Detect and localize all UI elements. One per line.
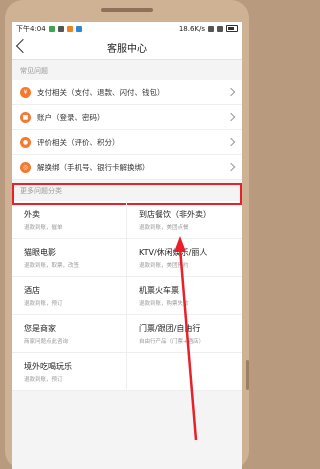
faq-item-account[interactable]: ■ 账户（登录、密码） [12, 105, 242, 130]
notification-icon [57, 25, 64, 32]
account-icon: ■ [20, 111, 31, 123]
signal-icon [217, 25, 223, 32]
category-title: KTV/休闲娱乐/丽人 [139, 248, 208, 257]
category-title: 机票火车票 [139, 286, 179, 295]
phone-bezel [5, 0, 249, 22]
category-subtitle: 退款到账，预订 [24, 377, 63, 383]
unbind-icon: ◎ [20, 161, 31, 173]
category-subtitle: 退款到账，购票失败 [139, 301, 189, 307]
category-title: 门票/跟团/自由行 [139, 324, 201, 333]
faq-item-label: 评价相关（评价、积分） [37, 137, 120, 147]
category-merchant[interactable]: 您是商家 商家问题点此咨询 [12, 315, 127, 353]
battery-icon [226, 25, 238, 32]
screen: 下午4:04 18.6K/s 客服中心 常见问题 ¥ 支付相关（支付、退款、闪付… [12, 22, 242, 469]
category-subtitle: 自由行产品（门票+酒店） [139, 339, 205, 345]
speaker-grille [101, 8, 153, 12]
category-ktv[interactable]: KTV/休闲娱乐/丽人 退款到账，美团预约 [127, 239, 242, 277]
category-subtitle: 退款到账，美团预约 [139, 263, 189, 269]
category-dine-in[interactable]: 到店餐饮（非外卖） 退款到账，美团点餐 [127, 201, 242, 239]
category-empty [127, 353, 242, 391]
chevron-right-icon [226, 162, 236, 172]
more-section-header: 更多问题分类 [12, 180, 242, 205]
category-title: 您是商家 [24, 324, 56, 333]
network-speed: 18.6K/s [178, 24, 205, 33]
category-title: 外卖 [24, 210, 40, 219]
review-icon: ● [20, 136, 31, 148]
category-hotel[interactable]: 酒店 退款到账，预订 [12, 277, 127, 315]
wifi-icon [208, 25, 214, 32]
category-subtitle: 退款到账，催单 [24, 225, 63, 231]
faq-item-label: 账户（登录、密码） [37, 112, 105, 122]
payment-icon: ¥ [20, 86, 31, 98]
faq-section-title: 常见问题 [12, 60, 242, 80]
page-title: 客服中心 [107, 43, 147, 55]
category-subtitle: 退款到账，美团点餐 [139, 225, 189, 231]
category-subtitle: 退款到账，取票，改签 [24, 263, 80, 269]
chevron-right-icon [226, 137, 236, 147]
message-icon [75, 25, 82, 32]
faq-item-label: 解换绑（手机号、银行卡解换绑） [37, 162, 150, 172]
category-grid: 外卖 退款到账，催单 到店餐饮（非外卖） 退款到账，美团点餐 猫眼电影 退款到账… [12, 201, 242, 391]
chevron-right-icon [226, 87, 236, 97]
category-flight-train[interactable]: 机票火车票 退款到账，购票失败 [127, 277, 242, 315]
phone-frame: 下午4:04 18.6K/s 客服中心 常见问题 ¥ 支付相关（支付、退款、闪付… [5, 0, 249, 469]
status-time: 下午4:04 [16, 24, 46, 33]
phone-side-button [246, 360, 249, 390]
category-title: 酒店 [24, 286, 40, 295]
category-overseas[interactable]: 境外吃喝玩乐 退款到账，预订 [12, 353, 127, 391]
category-title: 境外吃喝玩乐 [24, 362, 72, 371]
faq-item-label: 支付相关（支付、退款、闪付、钱包） [37, 87, 165, 97]
category-tickets-tours[interactable]: 门票/跟团/自由行 自由行产品（门票+酒店） [127, 315, 242, 353]
back-arrow-icon[interactable] [15, 38, 31, 54]
category-movie[interactable]: 猫眼电影 退款到账，取票，改签 [12, 239, 127, 277]
faq-item-unbind[interactable]: ◎ 解换绑（手机号、银行卡解换绑） [12, 155, 242, 180]
app-icon [66, 25, 73, 32]
category-title: 到店餐饮（非外卖） [139, 210, 211, 219]
nav-bar: 客服中心 [12, 35, 242, 60]
faq-item-review[interactable]: ● 评价相关（评价、积分） [12, 130, 242, 155]
status-bar: 下午4:04 18.6K/s [12, 22, 242, 35]
wechat-icon [48, 25, 55, 32]
category-subtitle: 退款到账，预订 [24, 301, 63, 307]
category-takeout[interactable]: 外卖 退款到账，催单 [12, 201, 127, 239]
faq-item-payment[interactable]: ¥ 支付相关（支付、退款、闪付、钱包） [12, 80, 242, 105]
category-subtitle: 商家问题点此咨询 [24, 339, 69, 345]
category-title: 猫眼电影 [24, 248, 56, 257]
chevron-right-icon [226, 112, 236, 122]
faq-list: ¥ 支付相关（支付、退款、闪付、钱包） ■ 账户（登录、密码） ● 评价相关（评… [12, 80, 242, 180]
